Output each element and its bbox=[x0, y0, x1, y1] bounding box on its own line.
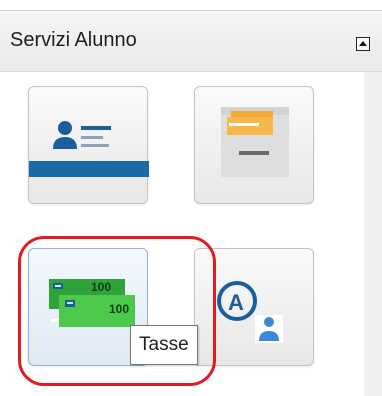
panel-title: Servizi Alunno bbox=[10, 29, 137, 51]
svg-text:A: A bbox=[228, 290, 244, 315]
collapse-up-icon[interactable] bbox=[356, 37, 370, 51]
id-card-icon bbox=[29, 121, 149, 177]
banknote-value-front: 100 bbox=[109, 302, 129, 316]
panel-header: Servizi Alunno bbox=[0, 10, 382, 72]
account-a-icon: A bbox=[217, 281, 283, 343]
banknote-value-back: 100 bbox=[91, 280, 111, 294]
scrollbar-track[interactable] bbox=[364, 72, 382, 396]
file-cabinet-icon bbox=[221, 107, 289, 177]
servizi-alunno-panel: Servizi Alunno 100 100 A Tasse bbox=[0, 0, 382, 396]
tooltip-tasse: Tasse bbox=[130, 325, 198, 365]
tile-archivio[interactable] bbox=[194, 86, 314, 204]
tile-anagrafica[interactable] bbox=[28, 86, 149, 204]
tile-accessibility[interactable]: A bbox=[194, 248, 314, 366]
